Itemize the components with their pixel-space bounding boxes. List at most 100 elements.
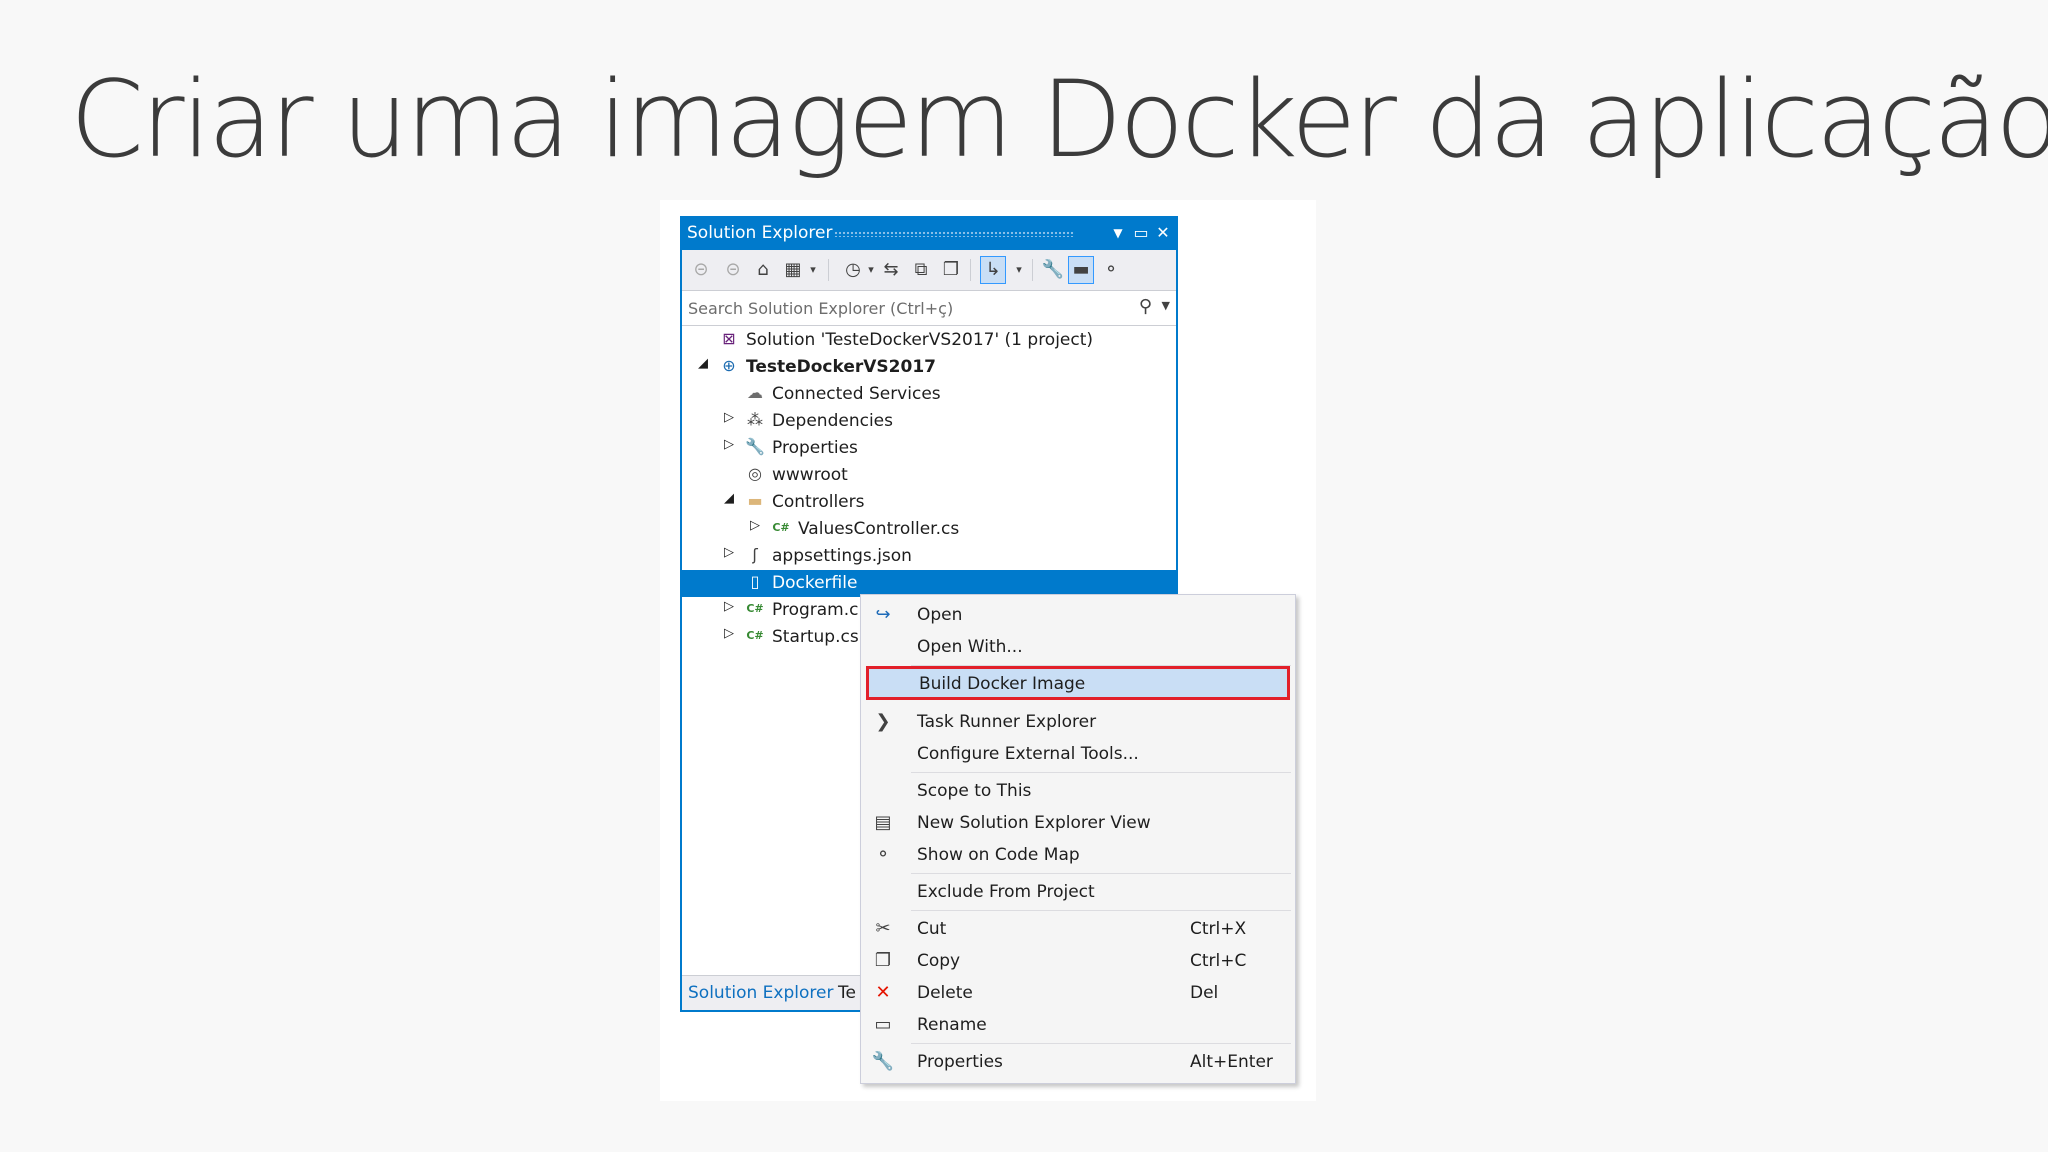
code-map-icon: ⚬ bbox=[875, 844, 891, 865]
menu-item-label: Cut bbox=[917, 919, 947, 939]
panel-title-bar[interactable]: Solution Explorer ▼ ▭ ✕ bbox=[682, 218, 1176, 250]
tree-item-label: Program.c bbox=[772, 600, 859, 620]
tree-item[interactable]: ▷ 🔧 Properties bbox=[682, 435, 1176, 462]
properties-icon[interactable]: 🔧 bbox=[1040, 257, 1066, 283]
tree-item[interactable]: ◢ ⊕ TesteDockerVS2017 bbox=[682, 354, 1176, 381]
expand-arrow-collapsed-icon[interactable]: ▷ bbox=[722, 437, 736, 452]
tab-team-explorer[interactable]: Te bbox=[838, 983, 856, 1003]
menu-item-show-on-code-map[interactable]: ⚬ Show on Code Map bbox=[863, 839, 1293, 870]
file-icon: ▯ bbox=[750, 572, 760, 591]
open-arrow-icon: ↪ bbox=[875, 604, 891, 625]
search-input[interactable] bbox=[688, 295, 1108, 321]
csharp-file-icon: C# bbox=[772, 521, 790, 534]
home-icon[interactable]: ⌂ bbox=[750, 257, 776, 283]
menu-item-scope-to-this[interactable]: Scope to This bbox=[863, 775, 1293, 806]
menu-item-label: Open With... bbox=[917, 637, 1023, 657]
tree-item-label: Dockerfile bbox=[772, 573, 858, 593]
rename-icon: ▭ bbox=[874, 1014, 892, 1035]
forward-icon[interactable]: ⊝ bbox=[720, 257, 746, 283]
expand-arrow-collapsed-icon[interactable]: ▷ bbox=[722, 626, 736, 641]
show-all-files-icon[interactable]: ❐ bbox=[938, 257, 964, 283]
close-icon[interactable]: ✕ bbox=[1152, 221, 1174, 245]
menu-item-open[interactable]: ↪ Open bbox=[863, 599, 1293, 630]
tree-item-label: Solution 'TesteDockerVS2017' (1 project) bbox=[746, 330, 1094, 350]
menu-item-rename[interactable]: ▭ Rename bbox=[863, 1009, 1293, 1040]
menu-item-delete[interactable]: ✕ Delete Del bbox=[863, 977, 1293, 1008]
preview-selected-icon[interactable]: ↳ bbox=[980, 256, 1006, 284]
menu-item-build-docker-image[interactable]: Build Docker Image bbox=[866, 666, 1290, 700]
menu-separator bbox=[911, 910, 1291, 911]
title-grip[interactable] bbox=[834, 231, 1074, 237]
wrench-icon: 🔧 bbox=[745, 437, 765, 456]
maximize-icon[interactable]: ▭ bbox=[1130, 221, 1152, 245]
chevron-right-icon: ❯ bbox=[875, 711, 891, 732]
expand-arrow-expanded-icon[interactable]: ◢ bbox=[722, 491, 736, 506]
csharp-file-icon: C# bbox=[746, 602, 764, 615]
collapse-all-icon[interactable]: ⧉ bbox=[908, 257, 934, 283]
tree-item-label: Properties bbox=[772, 438, 858, 458]
solution-icon: ⊠ bbox=[722, 329, 736, 348]
expand-arrow-collapsed-icon[interactable]: ▷ bbox=[722, 599, 736, 614]
menu-item-label: Open bbox=[917, 605, 963, 625]
slide-title: Criar uma imagem Docker da aplicação bbox=[70, 58, 2048, 181]
expand-arrow-collapsed-icon[interactable]: ▷ bbox=[748, 518, 762, 533]
tree-item-label: ValuesController.cs bbox=[798, 519, 960, 539]
search-options-dropdown-icon[interactable]: ▼ bbox=[1162, 299, 1170, 312]
tree-item-label: Connected Services bbox=[772, 384, 941, 404]
menu-item-task-runner-explorer[interactable]: ❯ Task Runner Explorer bbox=[863, 706, 1293, 737]
menu-item-cut[interactable]: ✂ Cut Ctrl+X bbox=[863, 913, 1293, 944]
tree-item[interactable]: ▯ Dockerfile bbox=[682, 570, 1176, 597]
copy-icon: ❐ bbox=[874, 950, 892, 971]
folder-icon: ▬ bbox=[747, 491, 763, 510]
menu-item-shortcut: Ctrl+C bbox=[1190, 951, 1247, 971]
window-position-dropdown-icon[interactable]: ▼ bbox=[1107, 221, 1129, 245]
preview-dropdown-icon[interactable]: ▾ bbox=[1006, 257, 1032, 283]
tree-item[interactable]: ⊠ Solution 'TesteDockerVS2017' (1 project… bbox=[682, 327, 1176, 354]
menu-item-open-with[interactable]: Open With... bbox=[863, 631, 1293, 662]
menu-item-label: Task Runner Explorer bbox=[917, 712, 1097, 732]
tree-item[interactable]: ☁ Connected Services bbox=[682, 381, 1176, 408]
menu-item-label: Build Docker Image bbox=[919, 674, 1086, 694]
panel-toolbar: ⊝ ⊝ ⌂ ▦ ▾ ◷ ▾ ⇆ ⧉ ❐ ↳ ▾ 🔧 ▬ ⚬ bbox=[682, 250, 1176, 291]
menu-item-properties[interactable]: 🔧 Properties Alt+Enter bbox=[863, 1046, 1293, 1077]
tree-item-label: TesteDockerVS2017 bbox=[746, 357, 936, 377]
wrench-icon: 🔧 bbox=[871, 1051, 895, 1072]
menu-item-new-solution-explorer-view[interactable]: ▤ New Solution Explorer View bbox=[863, 807, 1293, 838]
switch-views-dropdown-icon[interactable]: ▾ bbox=[800, 257, 826, 283]
menu-item-label: Configure External Tools... bbox=[917, 744, 1139, 764]
code-map-icon[interactable]: ⚬ bbox=[1098, 257, 1124, 283]
globe-icon: ◎ bbox=[748, 464, 762, 483]
tree-item-label: Dependencies bbox=[772, 411, 893, 431]
dependencies-icon: ⁂ bbox=[747, 410, 763, 429]
menu-item-label: Delete bbox=[917, 983, 973, 1003]
back-icon[interactable]: ⊝ bbox=[688, 257, 714, 283]
expand-arrow-collapsed-icon[interactable]: ▷ bbox=[722, 410, 736, 425]
json-file-icon: ʃ bbox=[752, 545, 758, 564]
menu-item-label: Exclude From Project bbox=[917, 882, 1095, 902]
menu-item-copy[interactable]: ❐ Copy Ctrl+C bbox=[863, 945, 1293, 976]
sync-icon[interactable]: ⇆ bbox=[878, 257, 904, 283]
menu-item-configure-external-tools[interactable]: Configure External Tools... bbox=[863, 738, 1293, 769]
menu-item-shortcut: Ctrl+X bbox=[1190, 919, 1247, 939]
scissors-icon: ✂ bbox=[875, 918, 891, 939]
tab-solution-explorer[interactable]: Solution Explorer bbox=[688, 983, 833, 1003]
menu-item-shortcut: Alt+Enter bbox=[1190, 1052, 1273, 1072]
menu-item-exclude-from-project[interactable]: Exclude From Project bbox=[863, 876, 1293, 907]
tree-item[interactable]: ▷ ʃ appsettings.json bbox=[682, 543, 1176, 570]
web-project-icon: ⊕ bbox=[722, 356, 736, 375]
search-box[interactable]: ⚲ ▼ bbox=[682, 291, 1176, 326]
menu-item-label: Properties bbox=[917, 1052, 1003, 1072]
tree-item[interactable]: ▷ ⁂ Dependencies bbox=[682, 408, 1176, 435]
expand-arrow-collapsed-icon[interactable]: ▷ bbox=[722, 545, 736, 560]
expand-arrow-expanded-icon[interactable]: ◢ bbox=[696, 356, 710, 371]
tree-item[interactable]: ◢ ▬ Controllers bbox=[682, 489, 1176, 516]
menu-item-label: New Solution Explorer View bbox=[917, 813, 1151, 833]
pin-icon[interactable]: ▬ bbox=[1068, 256, 1094, 284]
tree-item-label: Controllers bbox=[772, 492, 865, 512]
search-icon[interactable]: ⚲ bbox=[1139, 296, 1152, 317]
menu-item-label: Rename bbox=[917, 1015, 987, 1035]
tree-item[interactable]: ◎ wwwroot bbox=[682, 462, 1176, 489]
menu-item-shortcut: Del bbox=[1190, 983, 1219, 1003]
context-menu: ↪ Open Open With... Build Docker Image ❯ Task… bbox=[860, 594, 1296, 1084]
tree-item[interactable]: ▷ C# ValuesController.cs bbox=[682, 516, 1176, 543]
